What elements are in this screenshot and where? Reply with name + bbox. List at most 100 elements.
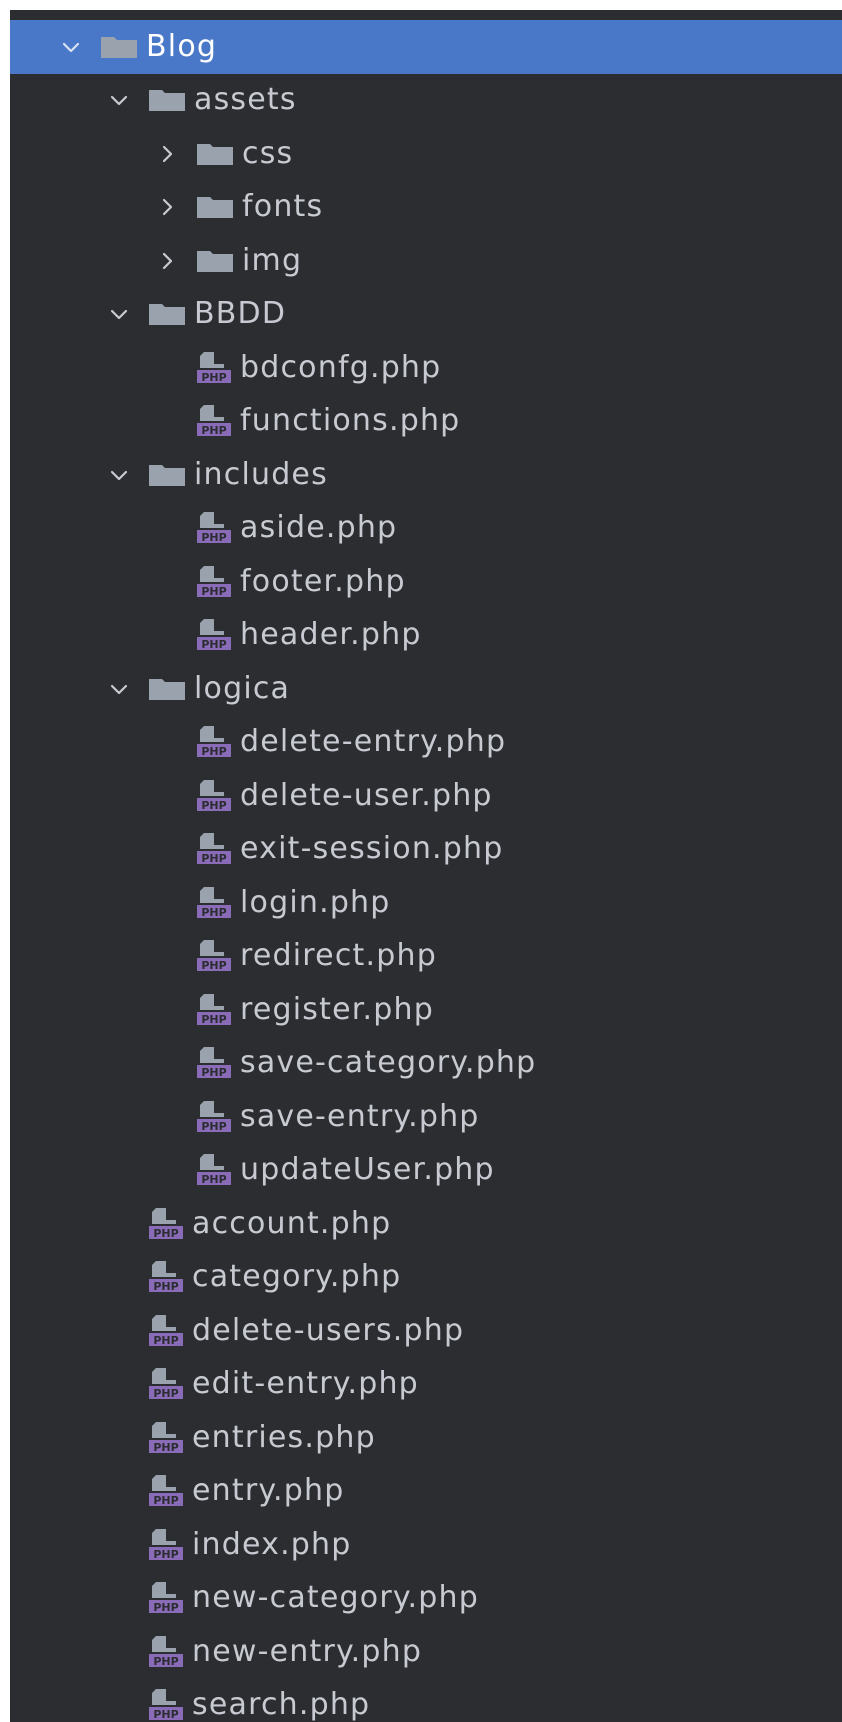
php-file-icon: PHP bbox=[146, 1578, 186, 1618]
tree-folder-css[interactable]: css bbox=[10, 127, 842, 181]
php-file-icon: PHP bbox=[194, 348, 234, 388]
svg-text:PHP: PHP bbox=[153, 1387, 178, 1400]
tree-file-footer[interactable]: PHP footer.php bbox=[10, 555, 842, 609]
tree-file-entry[interactable]: PHP entry.php bbox=[10, 1465, 842, 1519]
svg-text:PHP: PHP bbox=[201, 1013, 226, 1026]
chevron-down-icon[interactable] bbox=[106, 462, 132, 488]
project-tree: Blog assets css fonts img BBDD PHP bdcon… bbox=[10, 20, 842, 1722]
chevron-right-icon[interactable] bbox=[154, 194, 180, 220]
tree-folder-label: logica bbox=[194, 670, 291, 706]
php-file-icon: PHP bbox=[194, 883, 234, 923]
tree-folder-fonts[interactable]: fonts bbox=[10, 181, 842, 235]
php-file-icon: PHP bbox=[146, 1471, 186, 1511]
tree-file-header[interactable]: PHP header.php bbox=[10, 609, 842, 663]
tree-file-label: exit-session.php bbox=[240, 831, 504, 867]
tree-file-label: functions.php bbox=[240, 403, 461, 439]
tree-file-login[interactable]: PHP login.php bbox=[10, 876, 842, 930]
tree-folder-label: assets bbox=[194, 82, 297, 118]
tree-folder-blog[interactable]: Blog bbox=[10, 20, 842, 74]
tree-file-delete-entry[interactable]: PHP delete-entry.php bbox=[10, 716, 842, 770]
tree-file-label: account.php bbox=[192, 1205, 392, 1241]
tree-file-label: category.php bbox=[192, 1259, 402, 1295]
tree-folder-img[interactable]: img bbox=[10, 234, 842, 288]
php-file-icon: PHP bbox=[146, 1418, 186, 1458]
svg-text:PHP: PHP bbox=[153, 1227, 178, 1240]
tree-file-label: new-entry.php bbox=[192, 1633, 423, 1669]
svg-text:PHP: PHP bbox=[153, 1334, 178, 1347]
tree-folder-includes[interactable]: includes bbox=[10, 448, 842, 502]
tree-file-updateuser[interactable]: PHP updateUser.php bbox=[10, 1144, 842, 1198]
project-tree-panel: Blog assets css fonts img BBDD PHP bdcon… bbox=[10, 10, 842, 1722]
panel-top-edge bbox=[10, 10, 842, 16]
php-file-icon: PHP bbox=[146, 1525, 186, 1565]
tree-file-label: save-entry.php bbox=[240, 1098, 480, 1134]
svg-text:PHP: PHP bbox=[201, 906, 226, 919]
chevron-down-icon[interactable] bbox=[58, 34, 84, 60]
tree-file-register[interactable]: PHP register.php bbox=[10, 983, 842, 1037]
tree-folder-label: img bbox=[242, 242, 303, 278]
tree-file-search[interactable]: PHP search.php bbox=[10, 1679, 842, 1722]
tree-file-category[interactable]: PHP category.php bbox=[10, 1251, 842, 1305]
tree-file-edit-entry[interactable]: PHP edit-entry.php bbox=[10, 1358, 842, 1412]
svg-text:PHP: PHP bbox=[201, 638, 226, 651]
php-file-icon: PHP bbox=[146, 1204, 186, 1244]
tree-file-functions[interactable]: PHP functions.php bbox=[10, 395, 842, 449]
chevron-down-icon[interactable] bbox=[106, 301, 132, 327]
tree-file-label: delete-user.php bbox=[240, 777, 493, 813]
svg-text:PHP: PHP bbox=[201, 531, 226, 544]
tree-folder-assets[interactable]: assets bbox=[10, 74, 842, 128]
chevron-right-icon[interactable] bbox=[154, 141, 180, 167]
php-file-icon: PHP bbox=[146, 1311, 186, 1351]
tree-file-save-entry[interactable]: PHP save-entry.php bbox=[10, 1090, 842, 1144]
chevron-right-icon[interactable] bbox=[154, 248, 180, 274]
tree-file-label: redirect.php bbox=[240, 938, 437, 974]
tree-file-index[interactable]: PHP index.php bbox=[10, 1518, 842, 1572]
tree-file-label: footer.php bbox=[240, 563, 406, 599]
tree-file-label: edit-entry.php bbox=[192, 1366, 419, 1402]
php-file-icon: PHP bbox=[146, 1364, 186, 1404]
folder-icon bbox=[196, 142, 234, 166]
tree-file-bdconfg[interactable]: PHP bdconfg.php bbox=[10, 341, 842, 395]
tree-folder-bbdd[interactable]: BBDD bbox=[10, 288, 842, 342]
tree-file-delete-user[interactable]: PHP delete-user.php bbox=[10, 769, 842, 823]
svg-text:PHP: PHP bbox=[201, 799, 226, 812]
tree-file-label: entry.php bbox=[192, 1473, 345, 1509]
tree-file-entries[interactable]: PHP entries.php bbox=[10, 1411, 842, 1465]
tree-file-account[interactable]: PHP account.php bbox=[10, 1197, 842, 1251]
tree-file-new-category[interactable]: PHP new-category.php bbox=[10, 1572, 842, 1626]
tree-file-label: delete-entry.php bbox=[240, 724, 507, 760]
tree-file-redirect[interactable]: PHP redirect.php bbox=[10, 930, 842, 984]
tree-file-label: save-category.php bbox=[240, 1045, 537, 1081]
svg-text:PHP: PHP bbox=[153, 1548, 178, 1561]
svg-text:PHP: PHP bbox=[201, 959, 226, 972]
folder-icon bbox=[148, 88, 186, 112]
tree-folder-label: Blog bbox=[146, 28, 218, 64]
folder-icon bbox=[100, 35, 138, 59]
tree-file-label: register.php bbox=[240, 991, 434, 1027]
php-file-icon: PHP bbox=[194, 1097, 234, 1137]
chevron-down-icon[interactable] bbox=[106, 676, 132, 702]
tree-file-label: bdconfg.php bbox=[240, 349, 442, 385]
folder-icon bbox=[148, 302, 186, 326]
tree-file-exit-session[interactable]: PHP exit-session.php bbox=[10, 823, 842, 877]
svg-text:PHP: PHP bbox=[201, 852, 226, 865]
tree-folder-label: fonts bbox=[242, 189, 324, 225]
folder-icon bbox=[196, 195, 234, 219]
folder-icon bbox=[148, 677, 186, 701]
tree-file-delete-users[interactable]: PHP delete-users.php bbox=[10, 1304, 842, 1358]
tree-file-aside[interactable]: PHP aside.php bbox=[10, 502, 842, 556]
tree-file-save-category[interactable]: PHP save-category.php bbox=[10, 1037, 842, 1091]
tree-file-new-entry[interactable]: PHP new-entry.php bbox=[10, 1625, 842, 1679]
svg-text:PHP: PHP bbox=[153, 1494, 178, 1507]
php-file-icon: PHP bbox=[194, 722, 234, 762]
php-file-icon: PHP bbox=[194, 829, 234, 869]
chevron-down-icon[interactable] bbox=[106, 87, 132, 113]
svg-text:PHP: PHP bbox=[153, 1441, 178, 1454]
php-file-icon: PHP bbox=[146, 1685, 186, 1722]
tree-file-label: new-category.php bbox=[192, 1580, 479, 1616]
php-file-icon: PHP bbox=[194, 1150, 234, 1190]
tree-file-label: index.php bbox=[192, 1526, 352, 1562]
tree-folder-logica[interactable]: logica bbox=[10, 662, 842, 716]
tree-folder-label: includes bbox=[194, 456, 328, 492]
folder-icon bbox=[196, 249, 234, 273]
